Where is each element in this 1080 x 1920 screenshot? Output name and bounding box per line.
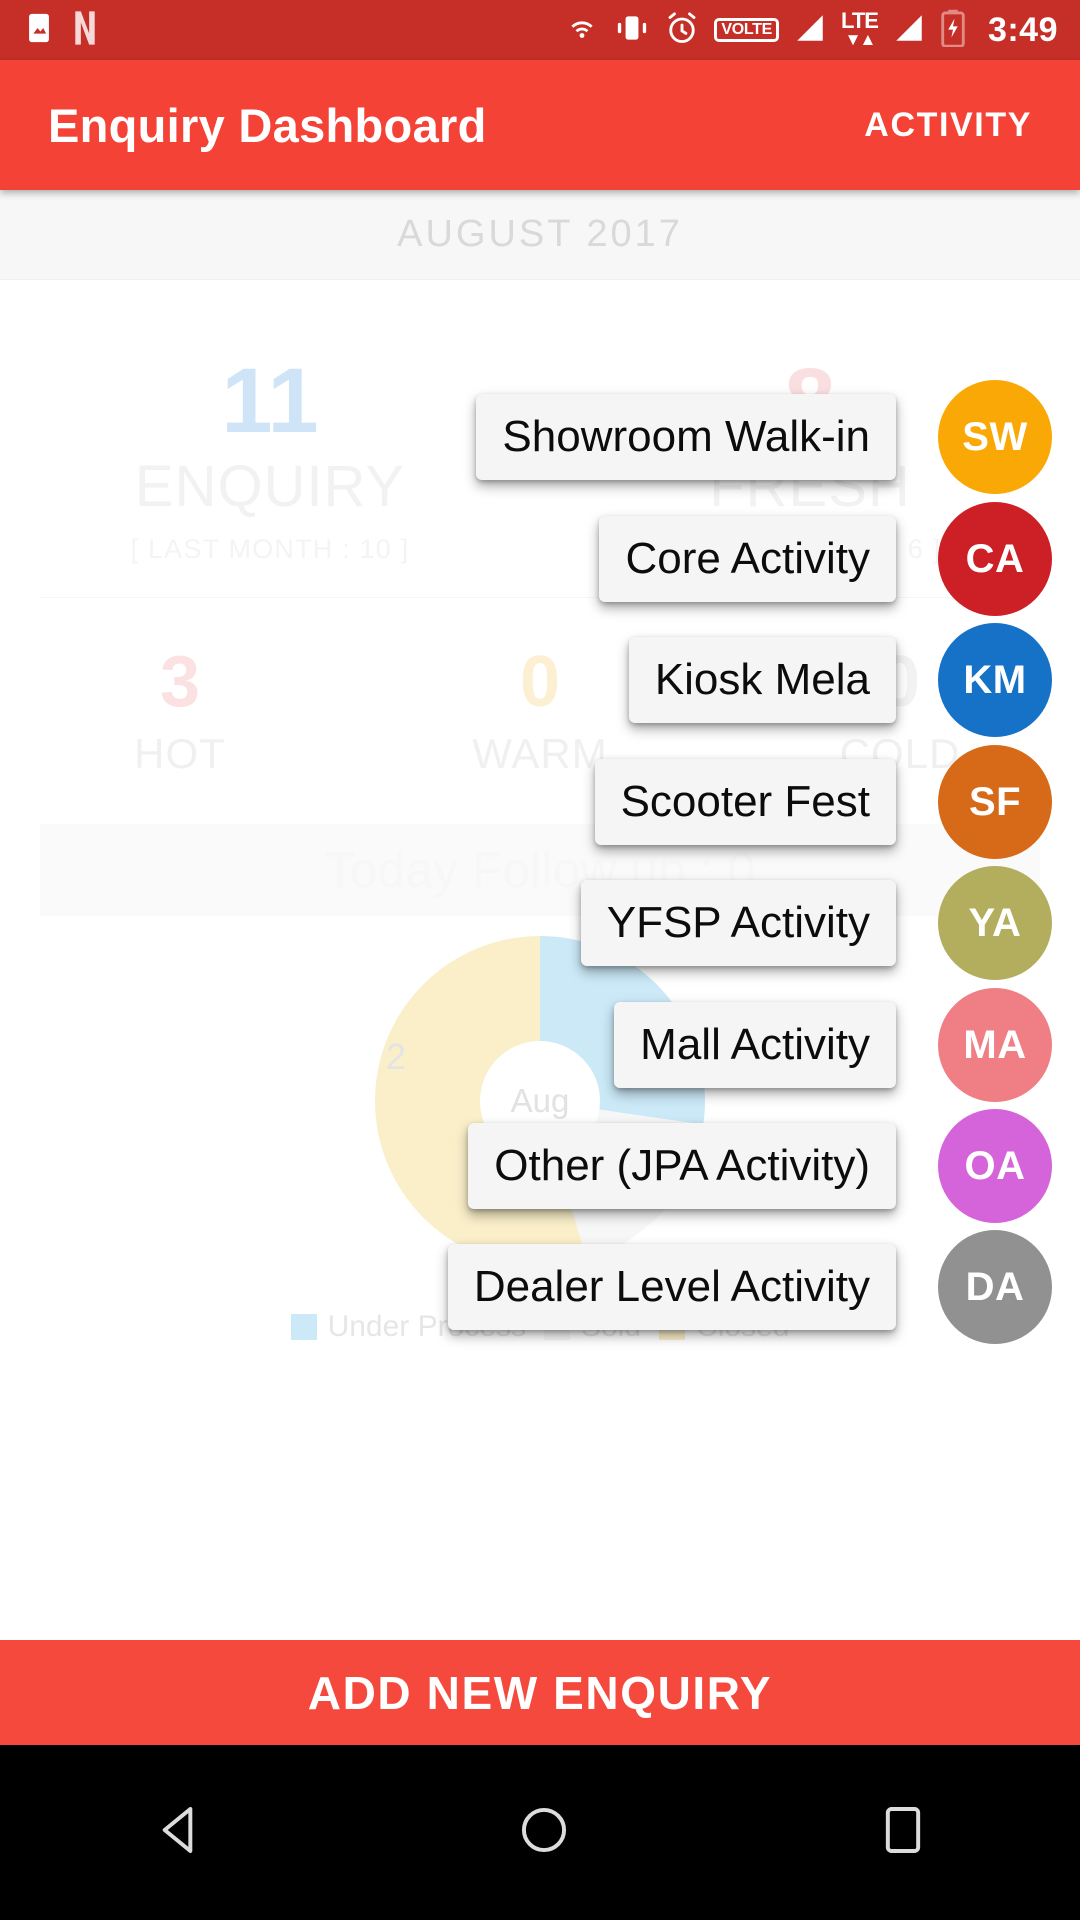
activity-menu-item-label: Other (JPA Activity) xyxy=(494,1141,870,1190)
enquiry-count: 11 xyxy=(221,350,319,452)
legend-swatch-under-process xyxy=(290,1314,317,1341)
activity-menu-item[interactable]: YFSP Activity YA xyxy=(580,866,1052,980)
activity-menu-item[interactable]: Showroom Walk-in SW xyxy=(476,380,1052,494)
volte-icon: VOLTE xyxy=(714,17,780,43)
activity-menu-item[interactable]: Kiosk Mela KM xyxy=(628,623,1052,737)
activity-menu-item-card[interactable]: Dealer Level Activity xyxy=(447,1244,896,1330)
add-new-enquiry-label: ADD NEW ENQUIRY xyxy=(307,1666,773,1719)
activity-menu-item-label: YFSP Activity xyxy=(606,898,870,947)
activity-menu-item-initials: SF xyxy=(968,779,1022,824)
pie-slice-label-1: 2 xyxy=(386,1036,407,1078)
activity-menu-item-label: Scooter Fest xyxy=(620,777,870,826)
alarm-icon xyxy=(664,10,700,51)
activity-menu-item[interactable]: Dealer Level Activity DA xyxy=(447,1230,1052,1344)
month-selector[interactable]: AUGUST 2017 xyxy=(0,190,1080,280)
lte-icon: LTE ▼▲ xyxy=(841,8,879,50)
activity-menu-item-label: Core Activity xyxy=(625,534,870,583)
activity-menu-item-label: Kiosk Mela xyxy=(654,655,870,704)
activity-menu-item-label: Mall Activity xyxy=(640,1020,870,1069)
cast-icon xyxy=(564,10,600,51)
hot-count: 3 xyxy=(159,642,201,723)
activity-menu-item-badge[interactable]: CA xyxy=(938,502,1052,616)
page-title: Enquiry Dashboard xyxy=(48,98,487,152)
hot-label: HOT xyxy=(134,730,226,778)
month-label: AUGUST 2017 xyxy=(397,213,683,255)
activity-menu-item-initials: CA xyxy=(965,536,1025,581)
activity-menu-item-card[interactable]: Showroom Walk-in xyxy=(476,394,896,480)
activity-menu-item-initials: KM xyxy=(963,657,1027,702)
activity-menu-item-initials: SW xyxy=(962,414,1028,459)
status-bar-left-icons xyxy=(22,10,100,51)
activity-menu-item-initials: OA xyxy=(964,1143,1026,1188)
activity-menu-item-initials: MA xyxy=(963,1022,1027,1067)
enquiry-last-month: [ LAST MONTH : 10 ] xyxy=(130,534,410,565)
activity-menu-item-badge[interactable]: SF xyxy=(938,745,1052,859)
signal-bars-2-icon xyxy=(892,11,926,50)
stat-card-hot[interactable]: 3 HOT xyxy=(0,646,360,778)
activity-menu-item-badge[interactable]: DA xyxy=(938,1230,1052,1344)
activity-menu-item-label: Dealer Level Activity xyxy=(473,1262,870,1311)
netflix-icon xyxy=(70,10,100,51)
activity-menu-item[interactable]: Core Activity CA xyxy=(599,502,1052,616)
activity-menu-item-badge[interactable]: YA xyxy=(938,866,1052,980)
activity-menu-item-card[interactable]: Core Activity xyxy=(599,516,896,602)
battery-charging-icon xyxy=(940,9,966,52)
enquiry-label: ENQUIRY xyxy=(134,454,406,520)
activity-menu-item-badge[interactable]: MA xyxy=(938,988,1052,1102)
signal-bars-icon xyxy=(793,11,827,50)
activity-menu-item-initials: YA xyxy=(968,900,1022,945)
activity-menu-item-card[interactable]: Other (JPA Activity) xyxy=(468,1123,896,1209)
activity-menu-item-card[interactable]: YFSP Activity xyxy=(580,880,896,966)
activity-menu-item-label: Showroom Walk-in xyxy=(502,412,870,461)
activity-menu-item-card[interactable]: Scooter Fest xyxy=(594,759,896,845)
activity-menu-item-badge[interactable]: KM xyxy=(938,623,1052,737)
photos-icon xyxy=(22,11,56,50)
status-bar-right-icons: VOLTE LTE ▼▲ 3:49 xyxy=(564,9,1058,52)
recents-square-icon[interactable] xyxy=(879,1802,927,1863)
status-bar-clock: 3:49 xyxy=(987,11,1058,49)
back-triangle-icon[interactable] xyxy=(153,1802,209,1863)
activity-menu-item-badge[interactable]: OA xyxy=(938,1109,1052,1223)
activity-menu-item[interactable]: Scooter Fest SF xyxy=(594,745,1052,859)
activity-menu-item-badge[interactable]: SW xyxy=(938,380,1052,494)
stat-card-enquiry[interactable]: 11 ENQUIRY [ LAST MONTH : 10 ] xyxy=(0,350,540,565)
vibrate-icon xyxy=(614,11,650,50)
activity-menu-button[interactable]: ACTIVITY xyxy=(864,106,1032,145)
activity-menu-item-initials: DA xyxy=(965,1264,1025,1309)
lte-data-arrows: ▼▲ xyxy=(844,30,877,50)
activity-menu-item-card[interactable]: Mall Activity xyxy=(614,1002,896,1088)
android-navigation-bar xyxy=(0,1745,1080,1920)
lte-label: LTE xyxy=(841,8,879,34)
status-bar: VOLTE LTE ▼▲ 3:49 xyxy=(0,0,1080,60)
add-new-enquiry-button[interactable]: ADD NEW ENQUIRY xyxy=(0,1640,1080,1745)
app-bar: Enquiry Dashboard ACTIVITY xyxy=(0,60,1080,190)
activity-menu-item[interactable]: Other (JPA Activity) OA xyxy=(468,1109,1052,1223)
activity-menu-item-card[interactable]: Kiosk Mela xyxy=(628,637,896,723)
activity-menu-item[interactable]: Mall Activity MA xyxy=(614,988,1052,1102)
home-circle-icon[interactable] xyxy=(516,1802,572,1863)
